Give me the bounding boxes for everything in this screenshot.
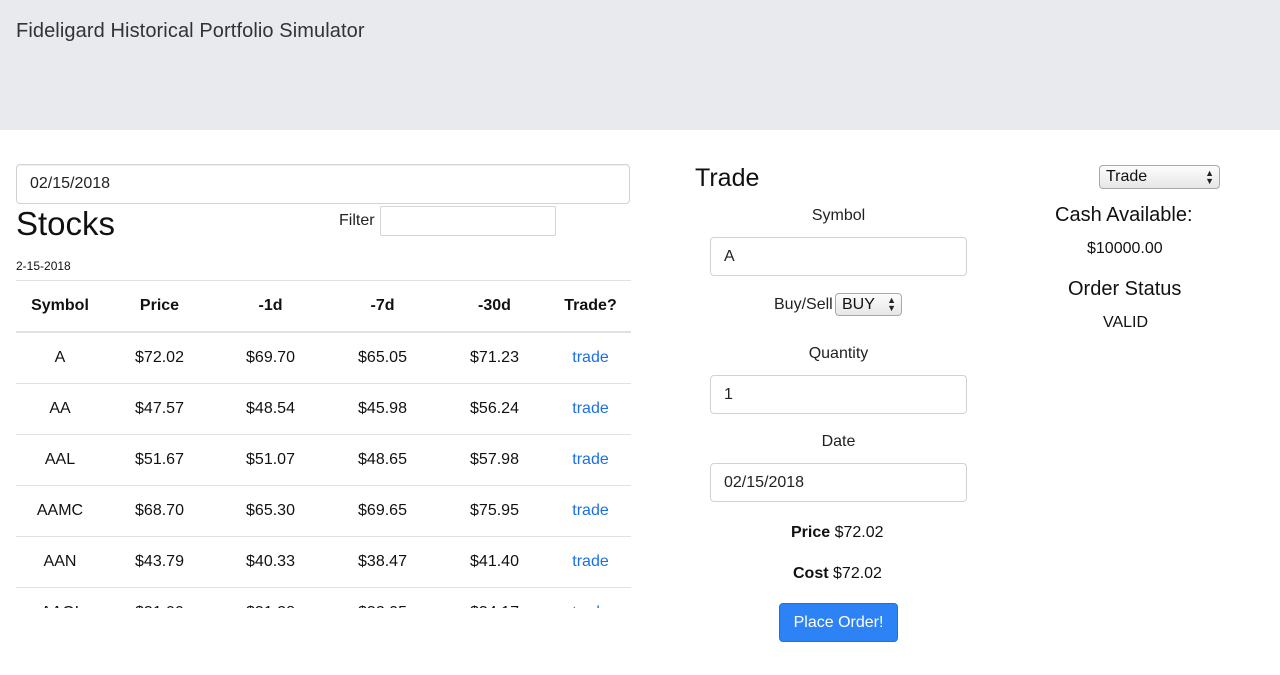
- cell-30d: $41.40: [439, 536, 550, 588]
- place-order-button[interactable]: Place Order!: [779, 603, 898, 642]
- cell-7d: $65.05: [326, 332, 439, 384]
- cell-30d: $57.98: [439, 434, 550, 486]
- table-row: AA $47.57 $48.54 $45.98 $56.24 trade: [16, 383, 631, 435]
- column-header-price[interactable]: Price: [104, 280, 215, 333]
- stocks-date: 2-15-2018: [16, 259, 71, 273]
- symbol-label: Symbol: [811, 207, 866, 224]
- cash-available-value: $10000.00: [1087, 240, 1163, 257]
- date-input[interactable]: 02/15/2018: [16, 164, 630, 204]
- cell-30d: $56.24: [439, 383, 550, 435]
- cell-7d: $45.98: [326, 383, 439, 435]
- cell-symbol: AAOI: [16, 587, 104, 608]
- column-header-1d[interactable]: -1d: [215, 280, 326, 333]
- column-header-30d[interactable]: -30d: [439, 280, 550, 333]
- cell-7d: $38.47: [326, 536, 439, 588]
- cell-price: $72.02: [104, 332, 215, 384]
- table-row: AAN $43.79 $40.33 $38.47 $41.40 trade: [16, 536, 631, 588]
- trade-link[interactable]: trade: [572, 451, 608, 468]
- trade-link[interactable]: trade: [572, 604, 608, 608]
- order-status-value: VALID: [1103, 314, 1149, 331]
- buysell-select[interactable]: BUY ▲ ▼: [835, 293, 902, 316]
- cell-symbol: AAL: [16, 434, 104, 486]
- cell-30d: $71.23: [439, 332, 550, 384]
- column-header-trade: Trade?: [550, 280, 631, 333]
- cell-trade: trade: [550, 587, 631, 608]
- cell-price: $68.70: [104, 485, 215, 537]
- cell-symbol: AA: [16, 383, 104, 435]
- cell-30d: $34.17: [439, 587, 550, 608]
- trade-link[interactable]: trade: [572, 349, 608, 366]
- stocks-heading: Stocks: [16, 205, 116, 242]
- cell-7d: $48.65: [326, 434, 439, 486]
- cell-1d: $31.28: [215, 587, 326, 608]
- cost-summary: Cost $72.02: [793, 565, 882, 583]
- cell-price: $31.99: [104, 587, 215, 608]
- cell-trade: trade: [550, 383, 631, 435]
- table-header-row: Symbol Price -1d -7d -30d Trade?: [16, 280, 631, 333]
- price-value: $72.02: [834, 524, 884, 541]
- stocks-table-container[interactable]: Symbol Price -1d -7d -30d Trade? A $72.0…: [16, 280, 631, 608]
- stocks-table: Symbol Price -1d -7d -30d Trade? A $72.0…: [16, 280, 631, 608]
- table-row: AAMC $68.70 $65.30 $69.65 $75.95 trade: [16, 485, 631, 537]
- trade-heading: Trade: [695, 164, 760, 192]
- table-row: AAOI $31.99 $31.28 $32.05 $34.17 trade: [16, 587, 631, 608]
- cost-value: $72.02: [833, 565, 882, 582]
- cell-price: $43.79: [104, 536, 215, 588]
- cell-1d: $48.54: [215, 383, 326, 435]
- cell-30d: $75.95: [439, 485, 550, 537]
- cell-1d: $40.33: [215, 536, 326, 588]
- date-label: Date: [821, 433, 856, 450]
- cell-trade: trade: [550, 332, 631, 384]
- cost-label: Cost: [793, 565, 829, 582]
- cell-price: $47.57: [104, 383, 215, 435]
- app-title: Fideligard Historical Portfolio Simulato…: [16, 20, 365, 42]
- cash-available-heading: Cash Available:: [1055, 204, 1193, 226]
- cell-trade: trade: [550, 434, 631, 486]
- table-row: A $72.02 $69.70 $65.05 $71.23 trade: [16, 332, 631, 384]
- cell-7d: $69.65: [326, 485, 439, 537]
- cell-symbol: AAN: [16, 536, 104, 588]
- cell-7d: $32.05: [326, 587, 439, 608]
- buysell-label: Buy/Sell: [774, 296, 833, 313]
- trade-link[interactable]: trade: [572, 502, 608, 519]
- cell-trade: trade: [550, 536, 631, 588]
- quantity-label: Quantity: [808, 345, 869, 362]
- cell-symbol: A: [16, 332, 104, 384]
- cell-1d: $51.07: [215, 434, 326, 486]
- buysell-selected-value: BUY: [842, 296, 875, 313]
- trade-link[interactable]: trade: [572, 553, 608, 570]
- filter-input[interactable]: [380, 206, 556, 236]
- trade-link[interactable]: trade: [572, 400, 608, 417]
- top-header: Fideligard Historical Portfolio Simulato…: [0, 0, 1280, 130]
- select-arrows-icon: ▲ ▼: [1205, 168, 1214, 186]
- cell-1d: $69.70: [215, 332, 326, 384]
- order-status-heading: Order Status: [1068, 278, 1182, 300]
- symbol-input[interactable]: A: [710, 237, 967, 276]
- price-summary: Price $72.02: [791, 524, 884, 542]
- price-label: Price: [791, 524, 831, 541]
- cell-price: $51.67: [104, 434, 215, 486]
- column-header-7d[interactable]: -7d: [326, 280, 439, 333]
- filter-label: Filter: [339, 212, 375, 229]
- cell-1d: $65.30: [215, 485, 326, 537]
- table-row: AAL $51.67 $51.07 $48.65 $57.98 trade: [16, 434, 631, 486]
- select-arrows-icon: ▲ ▼: [887, 295, 896, 313]
- view-selected-value: Trade: [1106, 168, 1148, 185]
- view-select[interactable]: Trade ▲ ▼: [1099, 165, 1220, 189]
- column-header-symbol[interactable]: Symbol: [16, 280, 104, 333]
- cell-trade: trade: [550, 485, 631, 537]
- trade-date-input[interactable]: 02/15/2018: [710, 463, 967, 502]
- cell-symbol: AAMC: [16, 485, 104, 537]
- quantity-input[interactable]: 1: [710, 375, 967, 414]
